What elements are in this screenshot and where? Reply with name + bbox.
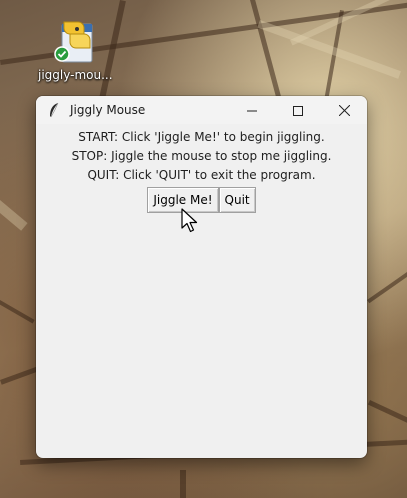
minimize-button[interactable] [229,96,275,124]
desktop: jiggly-mou... Jiggly Mouse START: Click … [0,0,407,498]
instruction-start: START: Click 'Jiggle Me!' to begin jiggl… [78,130,325,144]
window-content: START: Click 'Jiggle Me!' to begin jiggl… [36,124,367,213]
python-file-icon [48,18,98,66]
quit-button[interactable]: Quit [218,187,256,213]
desktop-file-label: jiggly-mou... [38,68,113,82]
instruction-quit: QUIT: Click 'QUIT' to exit the program. [87,168,316,182]
maximize-icon [293,101,303,120]
minimize-icon [247,101,257,120]
instruction-stop: STOP: Jiggle the mouse to stop me jiggli… [71,149,332,163]
button-row: Jiggle Me! Quit [36,187,367,213]
app-window: Jiggly Mouse START: Click 'Jiggle Me!' t… [36,96,367,458]
window-title: Jiggly Mouse [70,103,146,117]
title-bar[interactable]: Jiggly Mouse [36,96,367,124]
close-icon [338,101,350,120]
close-button[interactable] [321,96,367,124]
desktop-file-icon[interactable]: jiggly-mou... [38,18,113,82]
mouse-cursor-icon [181,208,201,238]
feather-icon [46,102,62,118]
maximize-button[interactable] [275,96,321,124]
